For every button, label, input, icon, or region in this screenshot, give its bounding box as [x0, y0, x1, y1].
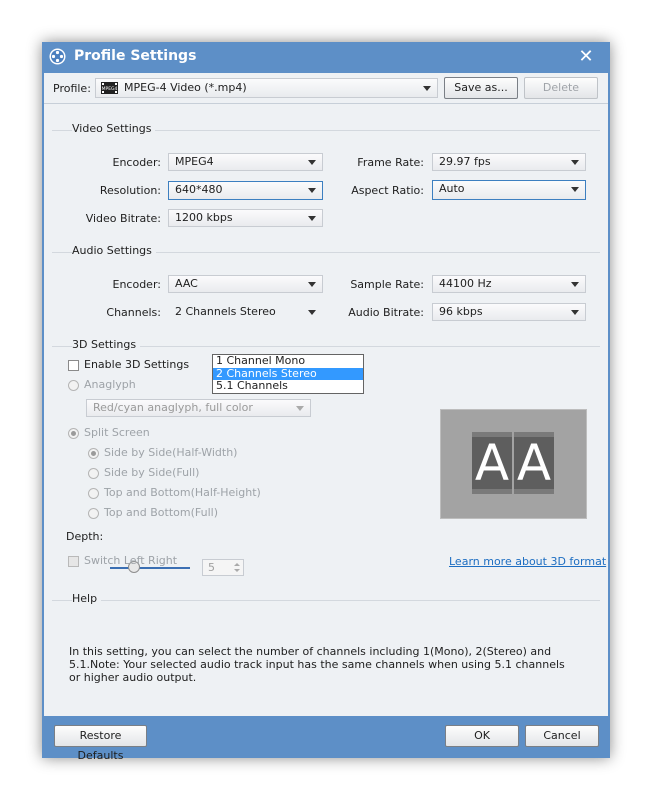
audio-settings-title: Audio Settings	[72, 244, 156, 257]
side-by-side-half-label: Side by Side(Half-Width)	[104, 446, 238, 459]
chevron-down-icon	[308, 310, 316, 315]
chevron-down-icon	[423, 86, 431, 91]
chevron-down-icon	[571, 160, 579, 165]
chevron-down-icon	[308, 160, 316, 165]
video-bitrate-value: 1200 kbps	[175, 211, 233, 224]
profile-value: MPEG-4 Video (*.mp4)	[124, 81, 247, 94]
profile-row: Profile: MPEG4 MPEG-4 Video (*.mp4) Save…	[44, 73, 608, 104]
anaglyph-mode-select[interactable]: Red/cyan anaglyph, full color	[86, 399, 311, 417]
chevron-down-icon	[308, 188, 316, 193]
ok-button[interactable]: OK	[445, 725, 519, 747]
aspect-ratio-value: Auto	[439, 182, 465, 195]
side-by-side-half-radio[interactable]	[88, 448, 99, 459]
title-bar[interactable]: Profile Settings ✕	[42, 42, 610, 72]
audio-encoder-label: Encoder:	[112, 278, 162, 291]
preview-letter-right: A	[514, 432, 554, 494]
switch-left-right-checkbox[interactable]	[68, 556, 79, 567]
resolution-select[interactable]: 640*480	[168, 181, 323, 200]
profile-settings-window: Profile Settings ✕ Profile: MPEG4 MPEG-4…	[42, 42, 610, 762]
depth-stepper[interactable]: 5	[202, 559, 244, 576]
chevron-down-icon	[296, 406, 304, 411]
window-title: Profile Settings	[74, 48, 197, 64]
profile-select[interactable]: MPEG4 MPEG-4 Video (*.mp4)	[95, 78, 438, 98]
aspect-ratio-select[interactable]: Auto	[432, 180, 586, 200]
channel-option-5-1[interactable]: 5.1 Channels	[213, 380, 363, 393]
restore-defaults-button[interactable]: Restore Defaults	[54, 725, 147, 762]
channels-select[interactable]: 2 Channels Stereo	[168, 303, 323, 321]
side-by-side-full-label: Side by Side(Full)	[104, 466, 200, 479]
video-bitrate-label: Video Bitrate:	[85, 212, 161, 225]
channel-option-mono[interactable]: 1 Channel Mono	[213, 355, 363, 368]
split-screen-radio[interactable]	[68, 428, 79, 439]
depth-label: Depth:	[66, 530, 104, 543]
help-title: Help	[72, 592, 102, 605]
profile-label: Profile:	[53, 82, 91, 95]
sample-rate-label: Sample Rate:	[350, 278, 424, 291]
side-by-side-full-radio[interactable]	[88, 468, 99, 479]
help-divider	[52, 600, 600, 601]
enable-3d-checkbox[interactable]	[68, 360, 79, 371]
chevron-up-icon[interactable]	[234, 563, 240, 566]
3d-preview: A A	[440, 409, 587, 519]
chevron-down-icon	[571, 282, 579, 287]
channels-dropdown-list: 1 Channel Mono 2 Channels Stereo 5.1 Cha…	[212, 354, 364, 394]
frame-rate-select[interactable]: 29.97 fps	[432, 153, 586, 171]
depth-value: 5	[208, 561, 215, 574]
sample-rate-select[interactable]: 44100 Hz	[432, 275, 586, 293]
video-settings-title: Video Settings	[72, 122, 156, 135]
resolution-value: 640*480	[175, 183, 223, 196]
top-bottom-full-radio[interactable]	[88, 508, 99, 519]
frame-rate-label: Frame Rate:	[357, 156, 424, 169]
chevron-down-icon	[308, 216, 316, 221]
delete-button[interactable]: Delete	[524, 77, 598, 99]
channels-label: Channels:	[106, 306, 161, 319]
switch-left-right-label: Switch Left Right	[84, 554, 178, 567]
anaglyph-radio[interactable]	[68, 380, 79, 391]
enable-3d-label: Enable 3D Settings	[84, 358, 190, 371]
top-bottom-half-label: Top and Bottom(Half-Height)	[104, 486, 261, 499]
audio-bitrate-select[interactable]: 96 kbps	[432, 303, 586, 321]
learn-more-3d-link[interactable]: Learn more about 3D format	[449, 555, 606, 568]
video-encoder-label: Encoder:	[112, 156, 162, 169]
chevron-down-icon	[571, 187, 579, 192]
audio-bitrate-value: 96 kbps	[439, 305, 483, 318]
help-text: In this setting, you can select the numb…	[69, 645, 565, 684]
top-bottom-full-label: Top and Bottom(Full)	[104, 506, 218, 519]
3d-settings-title: 3D Settings	[72, 338, 141, 351]
channels-value: 2 Channels Stereo	[175, 305, 276, 318]
anaglyph-label: Anaglyph	[84, 378, 136, 391]
dialog-body: Profile: MPEG4 MPEG-4 Video (*.mp4) Save…	[44, 73, 608, 716]
close-icon[interactable]: ✕	[574, 46, 598, 68]
audio-bitrate-label: Audio Bitrate:	[348, 306, 424, 319]
sample-rate-value: 44100 Hz	[439, 277, 492, 290]
chevron-down-icon	[308, 282, 316, 287]
dialog-footer: Restore Defaults OK Cancel	[44, 716, 608, 762]
aspect-ratio-label: Aspect Ratio:	[351, 184, 424, 197]
mpeg4-format-icon: MPEG4	[101, 82, 118, 94]
cancel-button[interactable]: Cancel	[525, 725, 599, 747]
frame-rate-value: 29.97 fps	[439, 155, 491, 168]
depth-slider-track[interactable]	[110, 567, 190, 569]
video-bitrate-select[interactable]: 1200 kbps	[168, 209, 323, 227]
audio-encoder-select[interactable]: AAC	[168, 275, 323, 293]
audio-encoder-value: AAC	[175, 277, 198, 290]
preview-letter-left: A	[472, 432, 512, 494]
video-encoder-value: MPEG4	[175, 155, 214, 168]
resolution-label: Resolution:	[99, 184, 161, 197]
chevron-down-icon[interactable]	[234, 569, 240, 572]
split-screen-label: Split Screen	[84, 426, 150, 439]
top-bottom-half-radio[interactable]	[88, 488, 99, 499]
chevron-down-icon	[571, 310, 579, 315]
video-encoder-select[interactable]: MPEG4	[168, 153, 323, 171]
save-as-button[interactable]: Save as...	[444, 77, 518, 99]
svg-text:MPEG4: MPEG4	[102, 86, 118, 92]
anaglyph-mode-value: Red/cyan anaglyph, full color	[93, 401, 253, 414]
film-reel-icon	[49, 48, 66, 65]
